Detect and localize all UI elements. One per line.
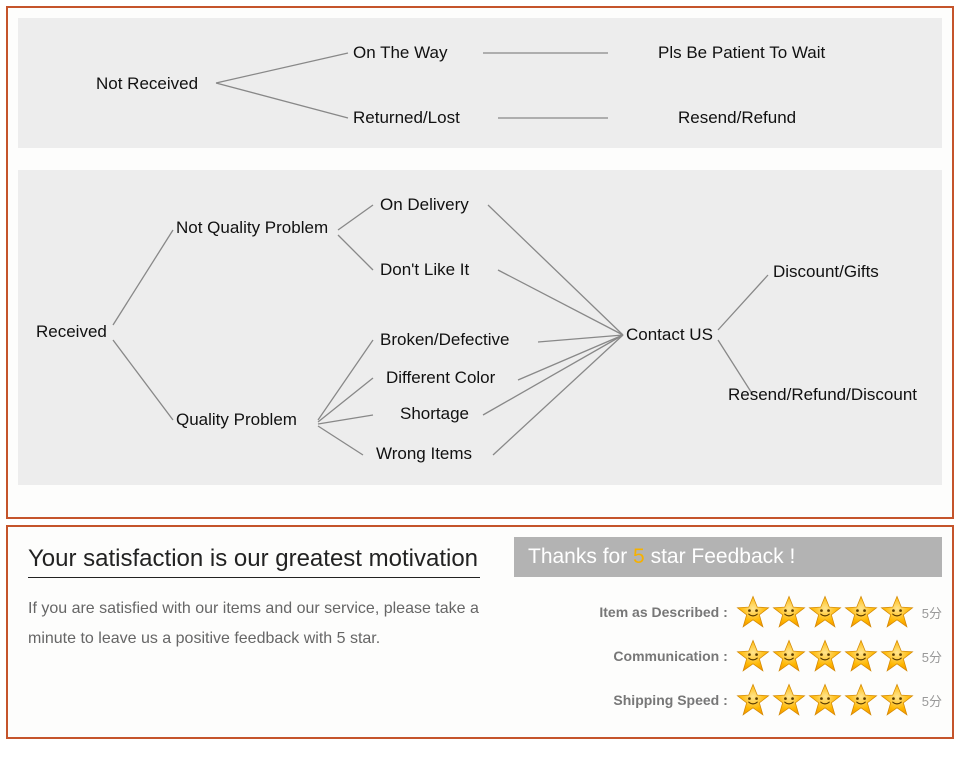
node-root: Not Received: [96, 74, 198, 94]
node-result-a: Pls Be Patient To Wait: [658, 43, 825, 63]
star-icon: [880, 683, 914, 717]
star-icon: [772, 639, 806, 673]
banner-star-count: 5: [633, 545, 645, 568]
node-b-item: Broken/Defective: [380, 330, 509, 350]
satisfaction-title: Your satisfaction is our greatest motiva…: [28, 545, 480, 578]
star-icon: [844, 595, 878, 629]
rating-label: Item as Described :: [588, 604, 728, 620]
rating-label: Shipping Speed :: [588, 692, 728, 708]
feedback-text-block: Your satisfaction is our greatest motiva…: [18, 537, 484, 655]
satisfaction-body: If you are satisfied with our items and …: [28, 594, 480, 655]
banner-text-post: star Feedback !: [645, 545, 796, 568]
node-branch-b: Returned/Lost: [353, 108, 460, 128]
rating-score: 5分: [922, 691, 942, 710]
node-outcome-b: Resend/Refund/Discount: [728, 385, 917, 405]
node-root: Received: [36, 322, 107, 342]
rating-stars: [736, 595, 914, 629]
node-result-b: Resend/Refund: [678, 108, 796, 128]
star-icon: [808, 595, 842, 629]
star-icon: [880, 595, 914, 629]
star-icon: [772, 595, 806, 629]
not-received-diagram: Not Received On The Way Returned/Lost Pl…: [18, 18, 942, 148]
star-icon: [772, 683, 806, 717]
node-branch-a: On The Way: [353, 43, 447, 63]
star-icon: [736, 595, 770, 629]
node-b-item: Shortage: [400, 404, 469, 424]
rating-stars: [736, 639, 914, 673]
star-icon: [880, 639, 914, 673]
node-a-item: On Delivery: [380, 195, 469, 215]
node-hub: Contact US: [626, 325, 713, 345]
rating-row: Shipping Speed : 5分: [514, 683, 942, 717]
feedback-rating-block: Thanks for 5 star Feedback ! Item as Des…: [514, 537, 942, 727]
rating-row: Item as Described : 5分: [514, 595, 942, 629]
connector-lines: [18, 170, 942, 485]
received-diagram: Received Not Quality Problem Quality Pro…: [18, 170, 942, 485]
node-b-item: Different Color: [386, 368, 495, 388]
rating-score: 5分: [922, 603, 942, 622]
node-a-item: Don't Like It: [380, 260, 469, 280]
feedback-container: Your satisfaction is our greatest motiva…: [6, 525, 954, 739]
diagram-container: Not Received On The Way Returned/Lost Pl…: [6, 6, 954, 519]
star-icon: [808, 683, 842, 717]
star-icon: [808, 639, 842, 673]
star-icon: [736, 683, 770, 717]
node-group-b: Quality Problem: [176, 410, 297, 430]
rating-label: Communication :: [588, 648, 728, 664]
node-b-item: Wrong Items: [376, 444, 472, 464]
star-icon: [844, 639, 878, 673]
node-outcome-a: Discount/Gifts: [773, 262, 879, 282]
node-group-a: Not Quality Problem: [176, 218, 328, 238]
star-icon: [736, 639, 770, 673]
star-icon: [844, 683, 878, 717]
banner-text-pre: Thanks for: [528, 545, 633, 568]
rating-score: 5分: [922, 647, 942, 666]
rating-row: Communication : 5分: [514, 639, 942, 673]
rating-stars: [736, 683, 914, 717]
thanks-banner: Thanks for 5 star Feedback !: [514, 537, 942, 577]
